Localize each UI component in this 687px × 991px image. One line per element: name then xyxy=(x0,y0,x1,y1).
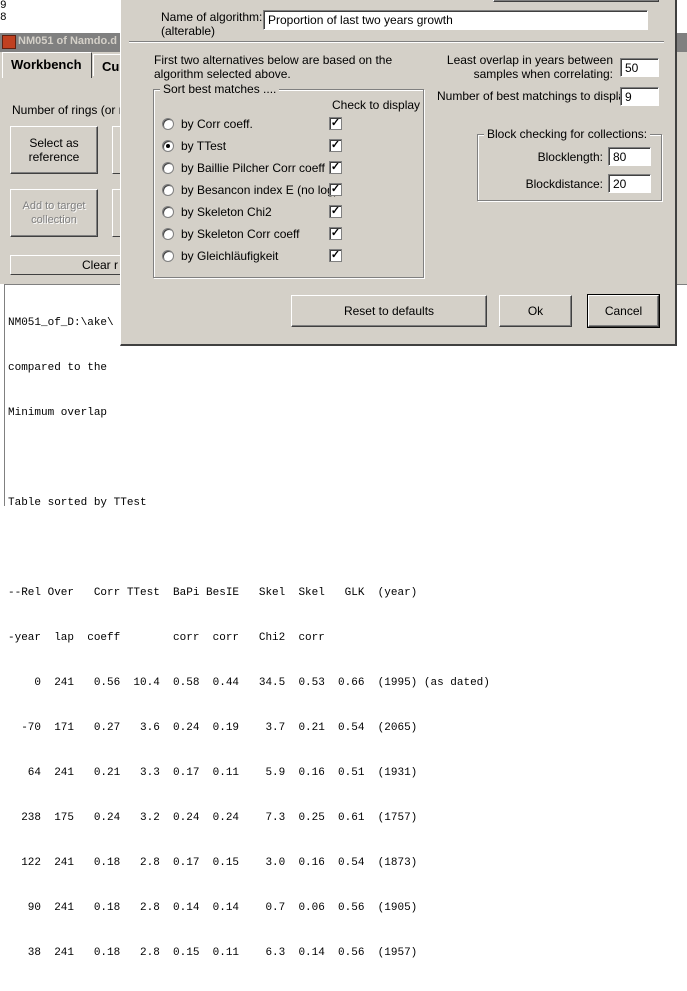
text-line: Table sorted by TTest xyxy=(8,497,147,509)
app-icon xyxy=(2,35,16,49)
least-overlap-label: Least overlap in years between samples w… xyxy=(446,53,613,81)
sort-option-label: by Corr coeff. xyxy=(181,117,253,131)
sort-radio[interactable] xyxy=(162,118,174,130)
window-title: NM051 of Namdo.d xyxy=(18,35,118,47)
text-line: -70 171 0.27 3.6 0.24 0.19 3.7 0.21 0.54… xyxy=(8,722,418,734)
algorithm-label: Name of algorithm: (alterable) xyxy=(161,10,263,38)
display-checkbox[interactable]: ✓ xyxy=(329,183,342,196)
check-header: Check to display xyxy=(332,98,421,112)
algorithm-name-input[interactable]: Proportion of last two years growth xyxy=(263,10,648,30)
sort-option-label: by Gleichläufigkeit xyxy=(181,249,279,263)
text-line: Minimum overlap xyxy=(8,407,114,419)
blockdistance-label: Blockdistance: xyxy=(525,177,603,191)
display-checkbox[interactable]: ✓ xyxy=(329,227,342,240)
blocklength-label: Blocklength: xyxy=(537,150,603,164)
tab-strip: Cu Workbench xyxy=(0,52,133,78)
text-line: 238 175 0.24 3.2 0.24 0.24 7.3 0.25 0.61… xyxy=(8,812,418,824)
algorithm-note: First two alternatives below are based o… xyxy=(154,53,393,81)
text-line: 0 241 0.56 10.4 0.58 0.44 34.5 0.53 0.66… xyxy=(8,677,490,689)
clear-button[interactable]: Clear r xyxy=(10,255,120,275)
options-dialog: Name of algorithm: (alterable) Proportio… xyxy=(120,0,677,346)
sort-radio[interactable] xyxy=(162,228,174,240)
sort-radio[interactable] xyxy=(162,162,174,174)
top-dialog-button[interactable] xyxy=(493,0,659,2)
sort-radio[interactable] xyxy=(162,184,174,196)
blockdistance-input[interactable]: 20 xyxy=(608,174,651,193)
display-checkbox[interactable]: ✓ xyxy=(329,161,342,174)
select-reference-button[interactable]: Select as reference xyxy=(10,126,98,174)
sort-radio[interactable] xyxy=(162,140,174,152)
ok-button[interactable]: Ok xyxy=(499,295,572,327)
tab-workbench[interactable]: Workbench xyxy=(2,52,92,78)
rings-label: Number of rings (or no xyxy=(12,103,120,117)
background-text-top: 9 8 xyxy=(0,0,120,33)
sort-option-label: by Besancon index E (no log) xyxy=(181,183,338,197)
sort-option-label: by Baillie Pilcher Corr coeff xyxy=(181,161,325,175)
results-text: NM051_of_D:\ake\ compared to the Minimum… xyxy=(8,286,490,991)
best-matchings-label: Number of best matchings to display: xyxy=(437,89,635,103)
sort-option-label: by TTest xyxy=(181,139,227,153)
text-line xyxy=(8,541,490,556)
display-checkbox[interactable]: ✓ xyxy=(329,117,342,130)
cancel-button[interactable]: Cancel xyxy=(587,294,660,328)
text-line: 38 241 0.18 2.8 0.15 0.11 6.3 0.14 0.56 … xyxy=(8,947,418,959)
text-line: compared to the xyxy=(8,362,114,374)
separator xyxy=(129,41,664,43)
sort-radio[interactable] xyxy=(162,250,174,262)
display-checkbox[interactable]: ✓ xyxy=(329,249,342,262)
least-overlap-input[interactable]: 50 xyxy=(620,58,659,77)
best-matchings-input[interactable]: 9 xyxy=(620,87,659,106)
text-line: 90 241 0.18 2.8 0.14 0.14 0.7 0.06 0.56 … xyxy=(8,902,418,914)
blocklength-input[interactable]: 80 xyxy=(608,147,651,166)
reset-defaults-button[interactable]: Reset to defaults xyxy=(291,295,487,327)
add-target-button[interactable]: Add to target collection xyxy=(10,189,98,237)
text-line: -year lap coeff corr corr Chi2 corr xyxy=(8,632,325,644)
text-line: 64 241 0.21 3.3 0.17 0.11 5.9 0.16 0.51 … xyxy=(8,767,418,779)
sort-option-label: by Skeleton Chi2 xyxy=(181,205,272,219)
display-checkbox[interactable]: ✓ xyxy=(329,139,342,152)
block-group-title: Block checking for collections: xyxy=(484,127,651,141)
sort-option-label: by Skeleton Corr coeff xyxy=(181,227,300,241)
text-line xyxy=(8,451,490,466)
top-line: 8 xyxy=(0,12,7,24)
sort-radio[interactable] xyxy=(162,206,174,218)
display-checkbox[interactable]: ✓ xyxy=(329,205,342,218)
top-line: 9 xyxy=(0,0,7,12)
text-line: --Rel Over Corr TTest BaPi BesIE Skel Sk… xyxy=(8,587,418,599)
sort-group-title: Sort best matches .... xyxy=(160,82,280,96)
text-line: 122 241 0.18 2.8 0.17 0.15 3.0 0.16 0.54… xyxy=(8,857,418,869)
